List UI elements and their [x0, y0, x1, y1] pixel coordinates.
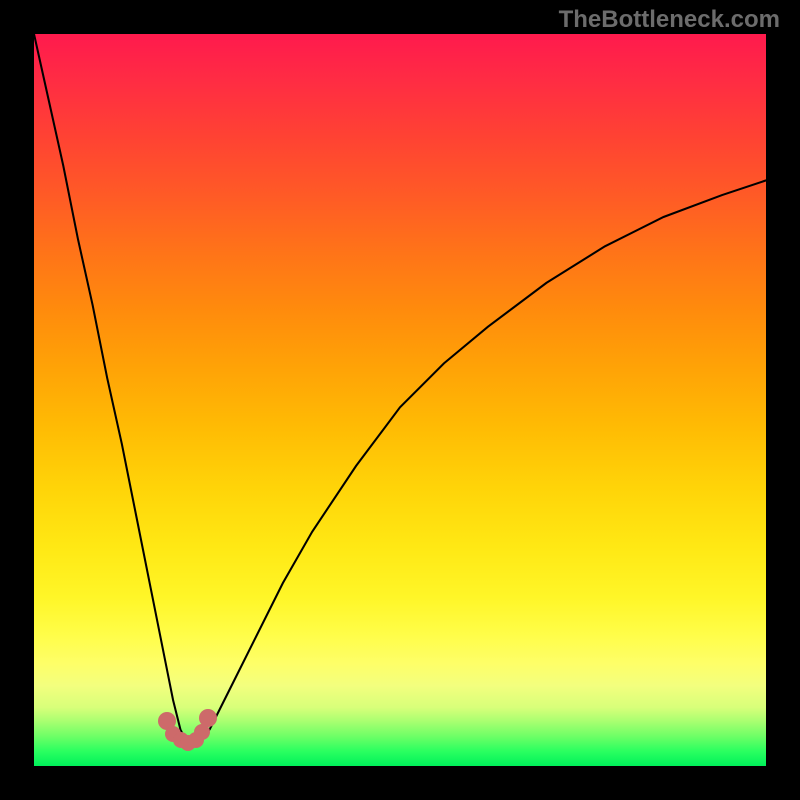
trough-marker: [199, 709, 217, 727]
watermark-text: TheBottleneck.com: [559, 6, 780, 34]
chart-frame: TheBottleneck.com: [0, 0, 800, 800]
plot-area: [34, 34, 766, 766]
curve-svg: [34, 34, 766, 766]
bottleneck-curve-line: [34, 34, 766, 744]
